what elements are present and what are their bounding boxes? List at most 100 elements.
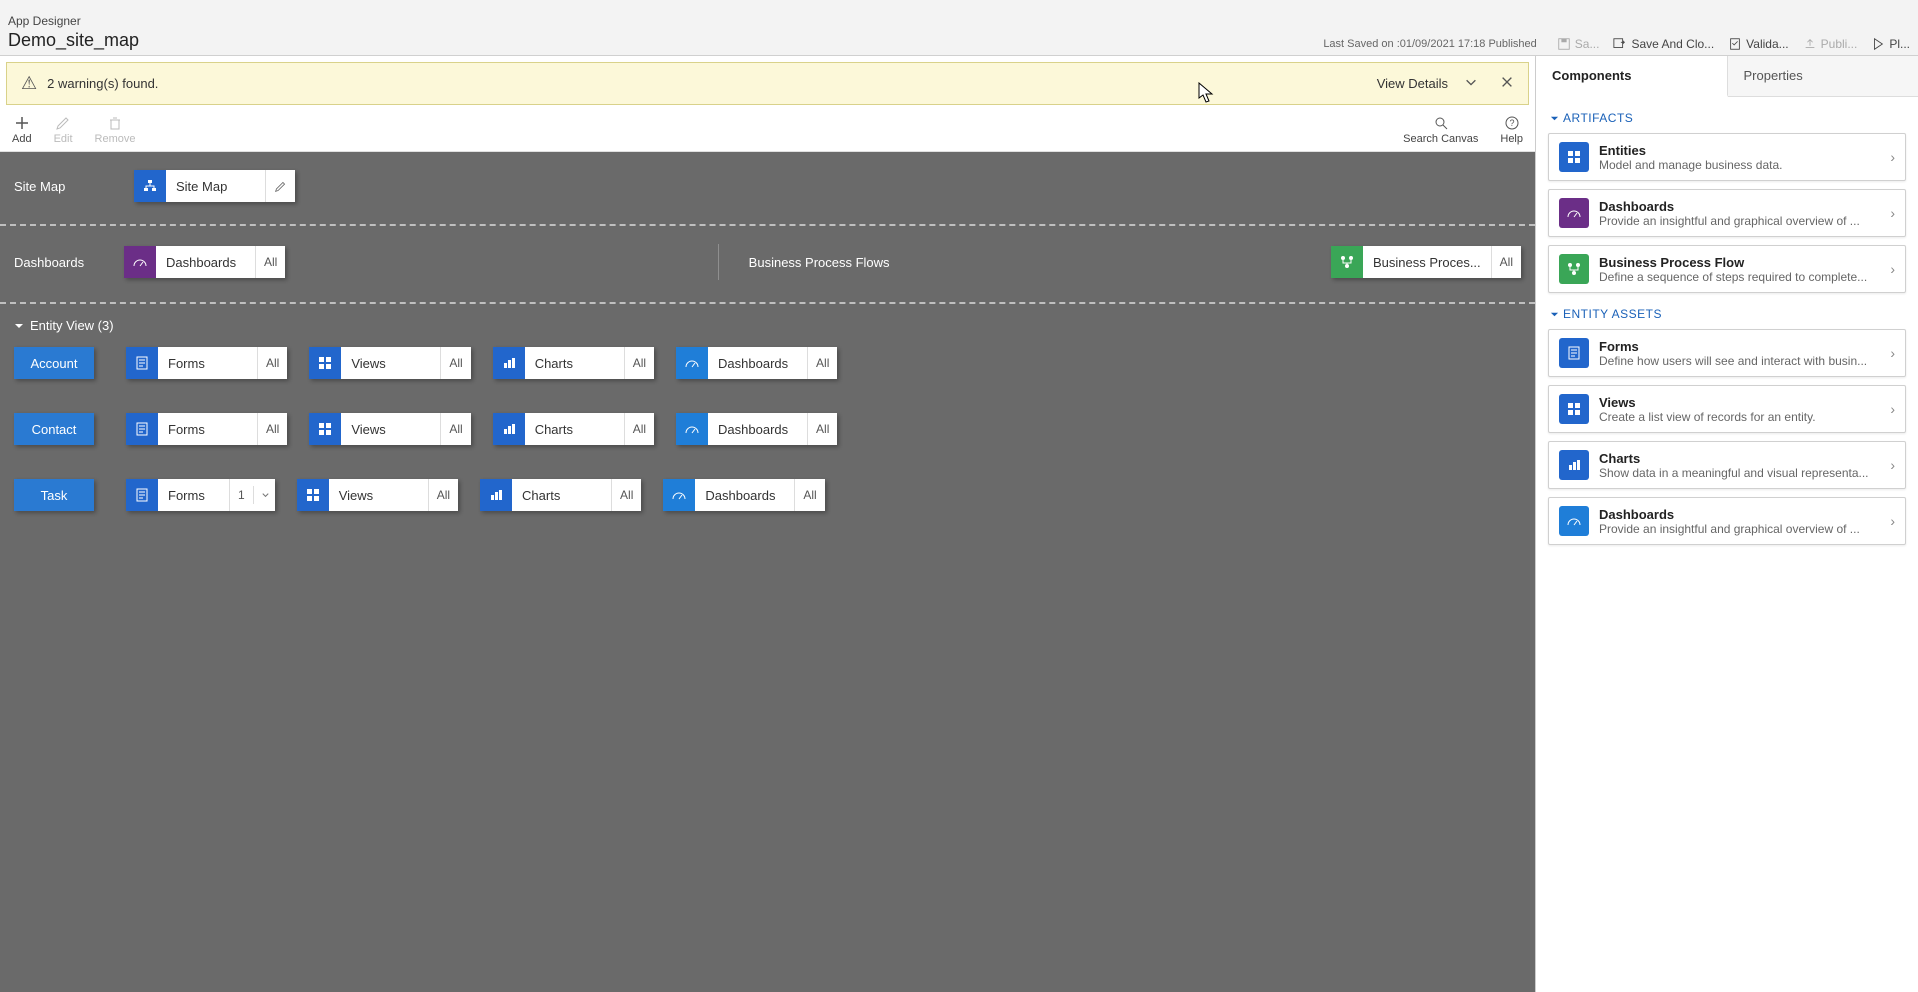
help-button[interactable]: ? Help [1500, 115, 1523, 145]
entity-task-button[interactable]: Task [14, 479, 94, 511]
forms-label: Forms [158, 413, 258, 445]
warning-icon: ⚠ [21, 73, 37, 94]
entity-view-header[interactable]: Entity View (3) [14, 318, 1521, 333]
account-views-tile[interactable]: Views All [309, 347, 470, 379]
gauge-icon [676, 347, 708, 379]
gauge-icon [1559, 506, 1589, 536]
chevron-right-icon: › [1890, 401, 1895, 417]
contact-forms-count[interactable]: All [258, 413, 287, 445]
account-views-count[interactable]: All [441, 347, 470, 379]
entity-view-section: Entity View (3) Account Forms All Views [0, 304, 1535, 559]
chart-icon [493, 413, 525, 445]
publish-icon [1803, 37, 1817, 51]
sitemap-tile-label: Site Map [166, 170, 266, 202]
chevron-right-icon: › [1890, 513, 1895, 529]
canvas-area: ⚠ 2 warning(s) found. View Details Add E… [0, 56, 1536, 992]
search-canvas-button[interactable]: Search Canvas [1403, 115, 1478, 145]
save-icon [1557, 37, 1571, 51]
task-forms-count[interactable]: 1 [230, 479, 275, 511]
account-dashboards-tile[interactable]: Dashboards All [676, 347, 837, 379]
account-charts-tile[interactable]: Charts All [493, 347, 654, 379]
forms-label: Forms [158, 347, 258, 379]
account-charts-count[interactable]: All [625, 347, 654, 379]
card-views[interactable]: Views Create a list view of records for … [1548, 385, 1906, 433]
task-dashboards-count[interactable]: All [795, 479, 824, 511]
sitemap-tile[interactable]: Site Map [134, 170, 295, 202]
artifacts-group-header[interactable]: ARTIFACTS [1550, 111, 1906, 125]
edit-label: Edit [54, 133, 73, 145]
task-forms-tile[interactable]: Forms 1 [126, 479, 275, 511]
form-icon [126, 413, 158, 445]
view-details-link[interactable]: View Details [1377, 76, 1448, 91]
edit-button[interactable]: Edit [54, 115, 73, 145]
form-icon [1559, 338, 1589, 368]
entity-account-button[interactable]: Account [14, 347, 94, 379]
account-forms-count[interactable]: All [258, 347, 287, 379]
warning-close-icon[interactable] [1500, 75, 1514, 92]
bpf-tile-label: Business Proces... [1363, 246, 1492, 278]
gauge-icon [663, 479, 695, 511]
warning-expand-icon[interactable] [1464, 75, 1478, 92]
card-desc: Provide an insightful and graphical over… [1599, 214, 1880, 228]
save-button[interactable]: Sa... [1557, 37, 1600, 51]
remove-button[interactable]: Remove [95, 115, 136, 145]
chevron-right-icon: › [1890, 261, 1895, 277]
chevron-down-icon [14, 321, 24, 331]
artifacts-label: ARTIFACTS [1563, 111, 1633, 125]
add-label: Add [12, 133, 32, 145]
flow-icon [1559, 254, 1589, 284]
task-charts-tile[interactable]: Charts All [480, 479, 641, 511]
bpf-all-button[interactable]: All [1492, 246, 1521, 278]
form-icon [126, 479, 158, 511]
tab-properties[interactable]: Properties [1728, 56, 1918, 96]
form-icon [126, 347, 158, 379]
save-and-close-button[interactable]: Save And Clo... [1613, 37, 1714, 51]
sitemap-edit-button[interactable] [266, 170, 295, 202]
task-views-count[interactable]: All [429, 479, 458, 511]
charts-label: Charts [525, 413, 625, 445]
dashboards-label: Dashboards [708, 413, 808, 445]
card-title: Dashboards [1599, 199, 1880, 214]
contact-views-count[interactable]: All [441, 413, 470, 445]
publish-button[interactable]: Publi... [1803, 37, 1858, 51]
card-bpf[interactable]: Business Process Flow Define a sequence … [1548, 245, 1906, 293]
contact-forms-tile[interactable]: Forms All [126, 413, 287, 445]
contact-views-tile[interactable]: Views All [309, 413, 470, 445]
views-label: Views [329, 479, 429, 511]
entity-row-account: Account Forms All Views All [14, 347, 1521, 379]
task-views-tile[interactable]: Views All [297, 479, 458, 511]
dashboards-all-button[interactable]: All [256, 246, 285, 278]
task-dashboards-tile[interactable]: Dashboards All [663, 479, 824, 511]
entity-assets-group-header[interactable]: ENTITY ASSETS [1550, 307, 1906, 321]
task-charts-count[interactable]: All [612, 479, 641, 511]
account-forms-tile[interactable]: Forms All [126, 347, 287, 379]
entity-row-contact: Contact Forms All Views All [14, 413, 1521, 445]
dashboards-tile[interactable]: Dashboards All [124, 246, 285, 278]
contact-dashboards-count[interactable]: All [808, 413, 837, 445]
card-dashboards[interactable]: Dashboards Provide an insightful and gra… [1548, 189, 1906, 237]
save-close-label: Save And Clo... [1631, 37, 1714, 51]
search-label: Search Canvas [1403, 133, 1478, 145]
tab-components[interactable]: Components [1536, 56, 1728, 97]
dashboards-section-label: Dashboards [14, 255, 94, 270]
app-title: App Designer [8, 14, 139, 28]
bpf-tile[interactable]: Business Proces... All [1331, 246, 1521, 278]
card-desc: Define a sequence of steps required to c… [1599, 270, 1880, 284]
card-desc: Provide an insightful and graphical over… [1599, 522, 1880, 536]
contact-charts-count[interactable]: All [625, 413, 654, 445]
card-forms[interactable]: Forms Define how users will see and inte… [1548, 329, 1906, 377]
contact-dashboards-tile[interactable]: Dashboards All [676, 413, 837, 445]
add-button[interactable]: Add [12, 115, 32, 145]
chart-icon [480, 479, 512, 511]
contact-charts-tile[interactable]: Charts All [493, 413, 654, 445]
canvas[interactable]: Site Map Site Map Dashboards [0, 152, 1535, 992]
dashboards-label: Dashboards [708, 347, 808, 379]
card-entity-dashboards[interactable]: Dashboards Provide an insightful and gra… [1548, 497, 1906, 545]
card-charts[interactable]: Charts Show data in a meaningful and vis… [1548, 441, 1906, 489]
entity-contact-button[interactable]: Contact [14, 413, 94, 445]
play-button[interactable]: Pl... [1871, 37, 1910, 51]
card-entities[interactable]: Entities Model and manage business data.… [1548, 133, 1906, 181]
validate-button[interactable]: Valida... [1728, 37, 1788, 51]
help-label: Help [1500, 133, 1523, 145]
account-dashboards-count[interactable]: All [808, 347, 837, 379]
